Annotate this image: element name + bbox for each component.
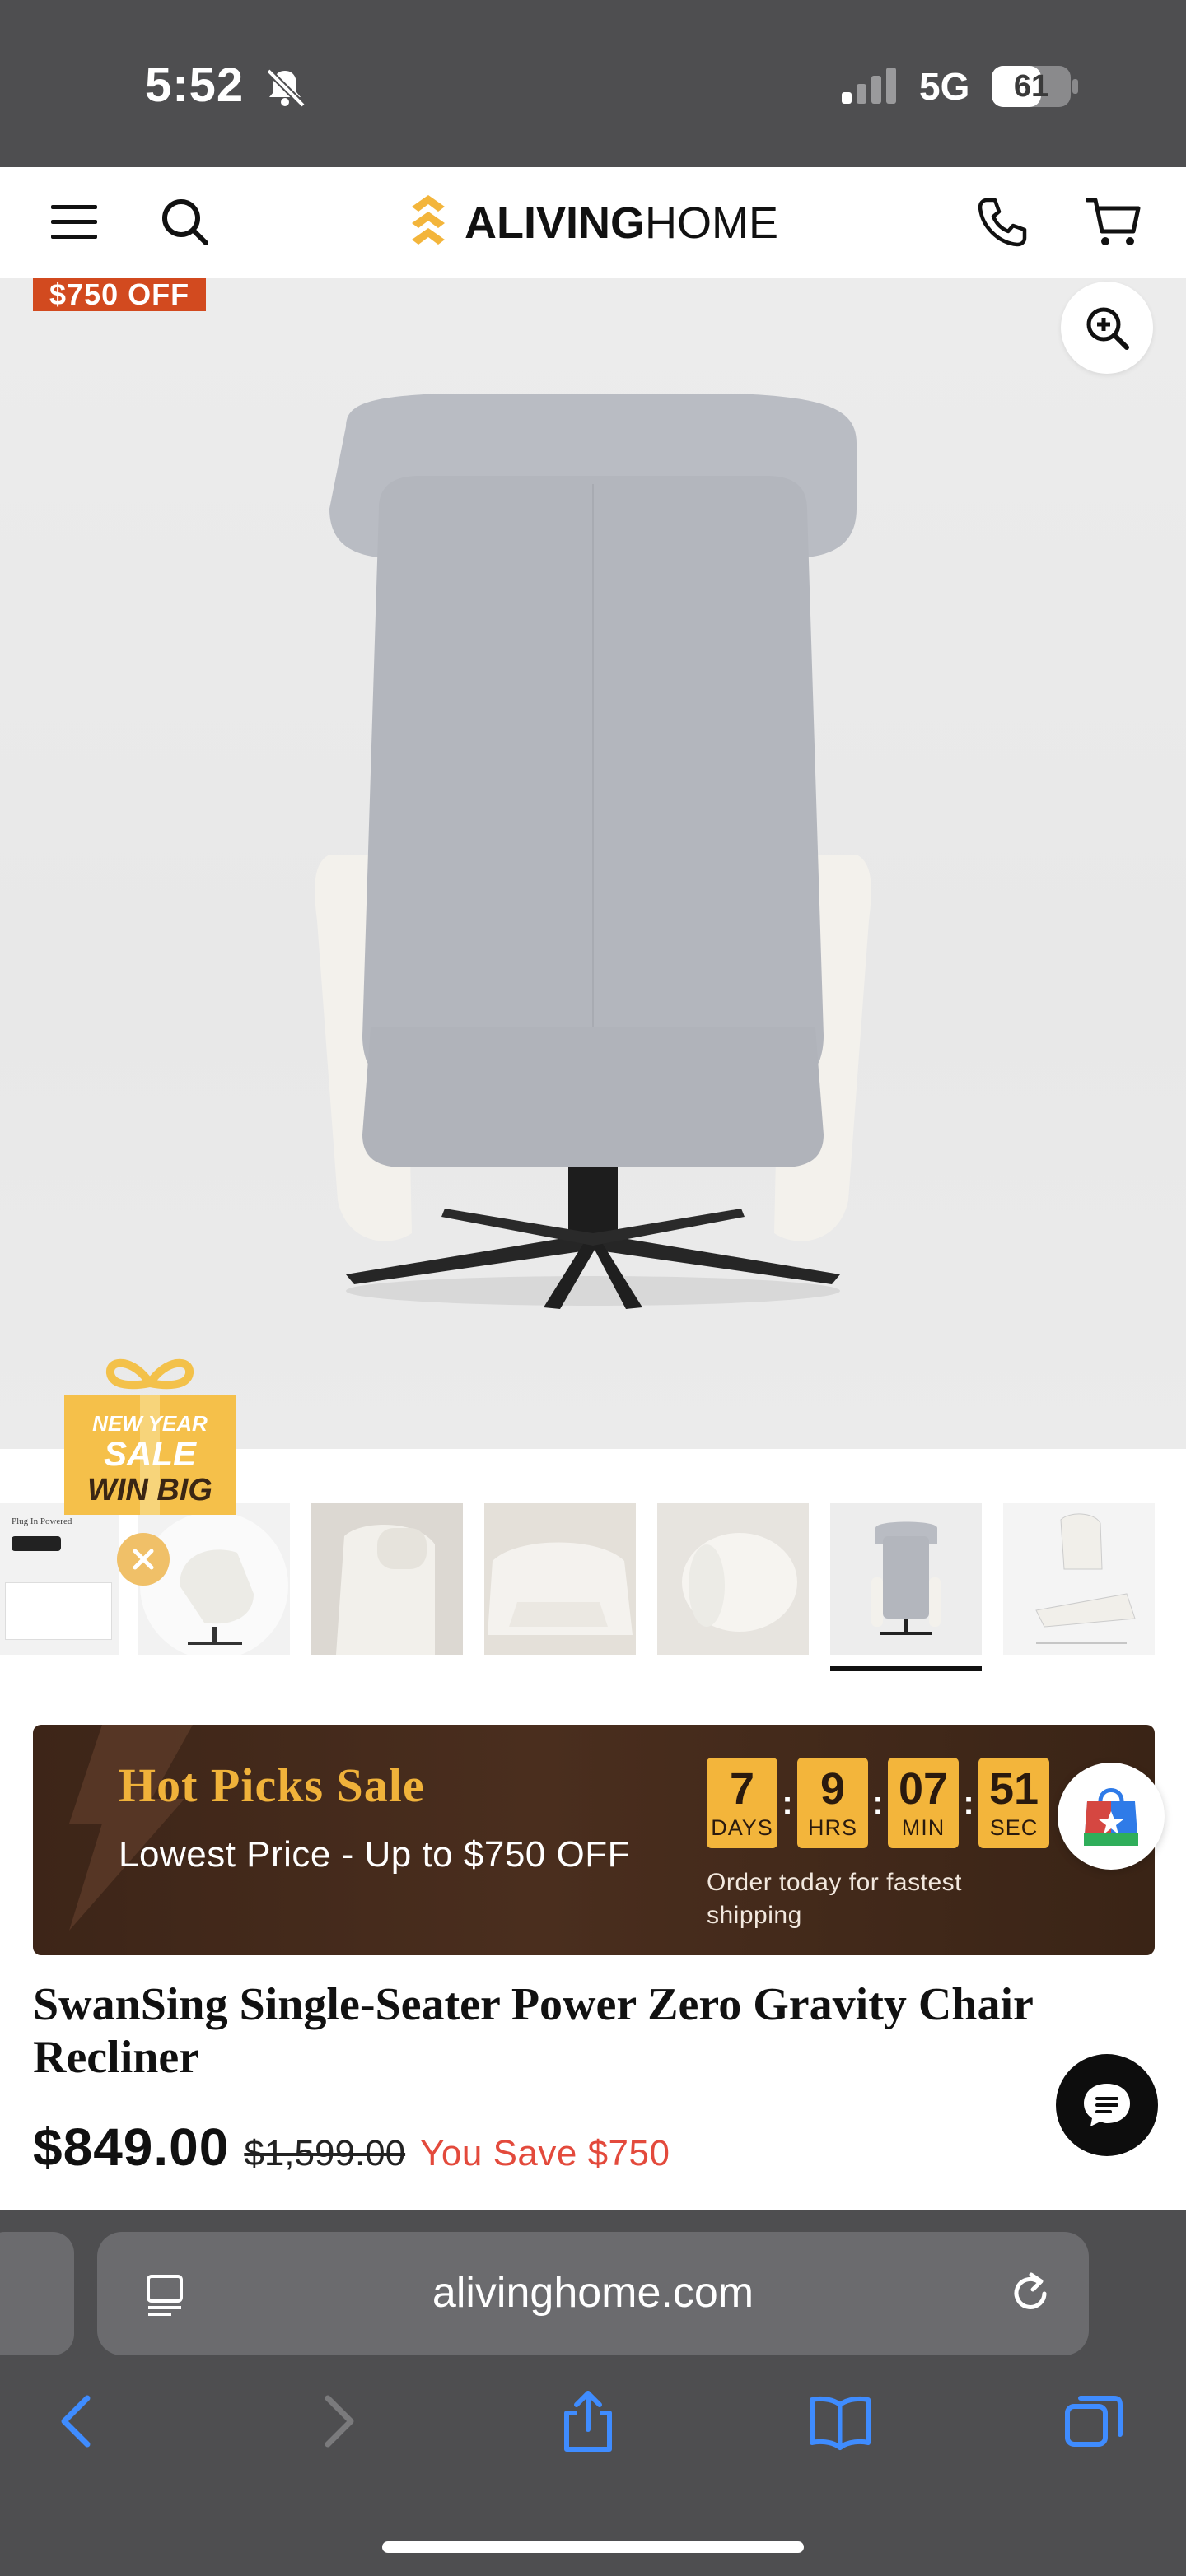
countdown-timer: 7 DAYS : 9 HRS : 07 MIN : 51 SEC — [707, 1758, 1049, 1848]
active-thumbnail-indicator — [830, 1666, 982, 1671]
recliner-chair-image — [315, 394, 871, 1309]
original-price: $1,599.00 — [244, 2133, 406, 2173]
site-logo[interactable]: ALIVINGHOME — [405, 192, 778, 254]
thumbnail-5[interactable] — [657, 1503, 809, 1655]
thumbnail-7[interactable] — [1003, 1503, 1155, 1655]
battery-icon: 61 — [990, 64, 1081, 109]
signal-icon — [842, 68, 896, 104]
thumbnail-4-image — [484, 1503, 636, 1655]
savings-text: You Save $750 — [420, 2133, 670, 2173]
bookmarks-icon[interactable] — [807, 2388, 873, 2454]
status-time: 5:52 — [145, 58, 245, 112]
home-indicator — [382, 2541, 804, 2553]
thumbnail-5-image — [657, 1503, 809, 1655]
thumbnail-4[interactable] — [484, 1503, 636, 1655]
chat-bubble-icon — [1084, 2084, 1130, 2126]
hot-picks-sale-banner[interactable]: Hot Picks Sale Lowest Price - Up to $750… — [33, 1725, 1155, 1955]
shopping-bag-star-icon — [1084, 1788, 1138, 1846]
browser-toolbar: alivinghome.com — [0, 2210, 1186, 2576]
thumbnail-6[interactable] — [830, 1503, 982, 1655]
thumbnail-3-image — [311, 1503, 463, 1655]
phone-icon[interactable] — [977, 197, 1028, 248]
cart-icon[interactable] — [1086, 195, 1142, 249]
zoom-button[interactable] — [1061, 282, 1153, 374]
shipping-note: Order today for fastest shipping — [707, 1869, 962, 1929]
thumbnail-2-image — [140, 1512, 288, 1655]
thumbnail-3[interactable] — [311, 1503, 463, 1655]
status-bar: 5:52 5G 61 — [0, 0, 1186, 167]
countdown-days: 7 DAYS — [707, 1758, 777, 1848]
product-title: SwanSing Single-Seater Power Zero Gravit… — [33, 1979, 1033, 2083]
forward-arrow-icon[interactable] — [303, 2388, 369, 2454]
close-icon — [133, 1549, 154, 1570]
countdown-seconds: 51 SEC — [978, 1758, 1049, 1848]
sale-subtitle: Lowest Price - Up to $750 OFF — [119, 1834, 630, 1875]
site-header: ALIVINGHOME — [0, 167, 1186, 278]
battery-level: 61 — [1013, 69, 1049, 104]
promo-line-2: SALE — [103, 1434, 196, 1473]
thumbnail-6-image — [830, 1503, 982, 1655]
current-price: $849.00 — [33, 2117, 230, 2177]
tabs-icon[interactable] — [1061, 2388, 1127, 2454]
previous-tab-peek[interactable] — [0, 2232, 74, 2355]
logo-mark-icon — [412, 195, 445, 245]
countdown-minutes: 07 MIN — [888, 1758, 959, 1848]
url-text: alivinghome.com — [432, 2269, 754, 2317]
promo-close-button[interactable] — [117, 1533, 170, 1586]
menu-icon[interactable] — [49, 198, 99, 246]
lightning-bolt-icon — [69, 1725, 193, 1931]
thumbnail-2[interactable] — [138, 1503, 290, 1655]
thumbnail-1-caption: Plug In Powered — [12, 1516, 72, 1526]
network-label: 5G — [919, 65, 970, 108]
promo-line-1: NEW YEAR — [92, 1411, 208, 1436]
shopping-bag-button[interactable] — [1058, 1763, 1165, 1870]
sale-title: Hot Picks Sale — [119, 1758, 425, 1812]
product-info-section: Hot Picks Sale Lowest Price - Up to $750… — [0, 1717, 1186, 2210]
logo-text: ALIVINGHOME — [465, 198, 779, 248]
bell-slash-icon — [266, 68, 306, 108]
share-icon[interactable] — [555, 2388, 621, 2454]
promo-line-3: WIN BIG — [87, 1473, 212, 1507]
back-arrow-icon[interactable] — [46, 2388, 112, 2454]
new-year-sale-promo[interactable]: NEW YEAR SALE WIN BIG — [59, 1358, 240, 1515]
zoom-in-icon — [1086, 307, 1129, 350]
discount-badge: $750 OFF — [33, 278, 207, 311]
chat-button[interactable] — [1056, 2054, 1158, 2156]
address-bar[interactable]: alivinghome.com — [97, 2232, 1089, 2355]
price-row: $849.00 $1,599.00 You Save $750 — [33, 2117, 670, 2178]
thumbnail-7-image — [1003, 1503, 1155, 1655]
thumbnail-1[interactable]: Plug In Powered — [0, 1503, 119, 1655]
search-icon[interactable] — [158, 195, 211, 248]
product-hero-image[interactable]: $750 OFF — [0, 278, 1186, 1449]
countdown-hours: 9 HRS — [797, 1758, 868, 1848]
reload-icon[interactable] — [1006, 2270, 1054, 2317]
